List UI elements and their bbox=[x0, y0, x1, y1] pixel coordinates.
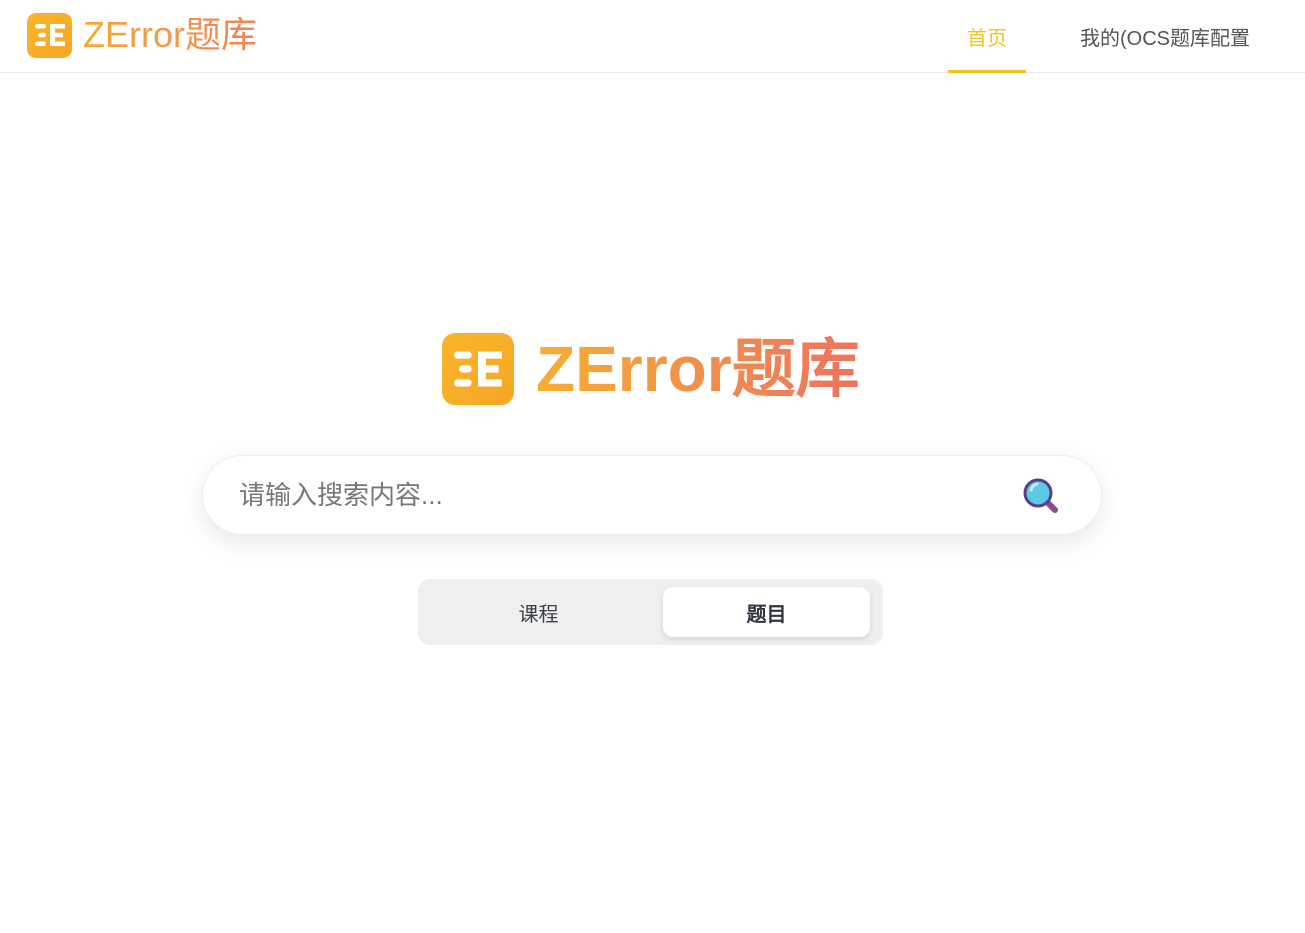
brand-name: ZError题库 bbox=[83, 12, 257, 58]
brand-logo-link[interactable]: ZError题库 bbox=[27, 12, 257, 58]
magnifying-glass-icon bbox=[1023, 478, 1058, 513]
nav-home-tab[interactable]: 首页 bbox=[948, 0, 1026, 73]
hero-brand: ZError题库 bbox=[442, 330, 860, 408]
search-button[interactable] bbox=[1021, 476, 1063, 518]
logo-icon bbox=[27, 12, 72, 58]
search-mode-switch: 课程 题目 bbox=[418, 579, 883, 645]
mode-option-question[interactable]: 题目 bbox=[663, 587, 870, 637]
nav-my-ocs-config-tab[interactable]: 我的(OCS题库配置 bbox=[1056, 0, 1274, 73]
search-bar bbox=[202, 455, 1102, 535]
hero-logo-icon bbox=[442, 333, 514, 405]
mode-option-course[interactable]: 课程 bbox=[426, 587, 651, 637]
search-input[interactable] bbox=[239, 456, 999, 534]
top-navbar: ZError题库 首页 我的(OCS题库配置 bbox=[0, 0, 1305, 73]
hero-title: ZError题库 bbox=[536, 330, 860, 408]
